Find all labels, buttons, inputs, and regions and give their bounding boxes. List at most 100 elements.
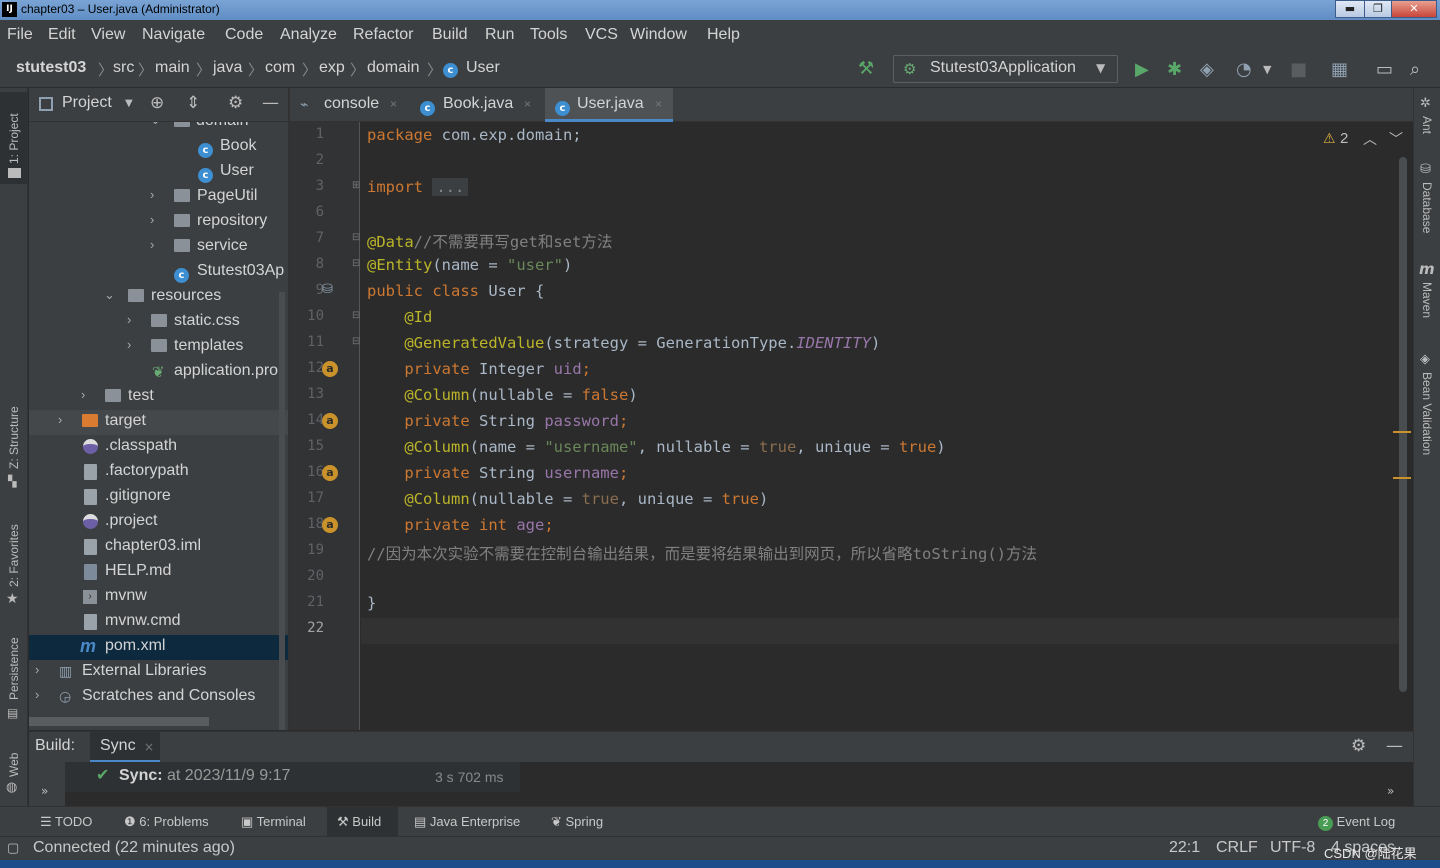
folded-imports[interactable]: ... [432, 178, 469, 196]
warning-icon[interactable]: ⚠ [1323, 130, 1336, 147]
tree-item-application-class[interactable]: c Stutest03Ap [29, 260, 288, 285]
next-highlight-icon[interactable]: ﹀ [1389, 129, 1403, 149]
window-layout-icon[interactable]: ▭ [1376, 59, 1393, 80]
close-tab-icon[interactable]: × [144, 740, 154, 754]
menu-view[interactable]: View [91, 26, 125, 44]
fold-icon[interactable]: ⊟ [352, 258, 360, 269]
project-view-selector[interactable]: Project [62, 94, 112, 112]
menu-edit[interactable]: Edit [48, 26, 76, 44]
tree-item-project[interactable]: .project [29, 510, 288, 535]
more-run-options-icon[interactable]: ▼ [1263, 63, 1271, 76]
minimize-button[interactable]: ▬ [1335, 0, 1365, 18]
breadcrumb-java[interactable]: java [213, 59, 242, 77]
tree-item-classpath[interactable]: .classpath [29, 435, 288, 460]
bean-validation-tool-button[interactable]: ◈ Bean Validation [1414, 350, 1440, 475]
close-tab-icon[interactable]: × [390, 97, 397, 111]
tree-item-domain[interactable]: ⌄ domain [29, 122, 288, 135]
locate-icon[interactable]: ⊕ [150, 93, 164, 113]
toggle-tool-windows-icon[interactable]: ▢ [7, 840, 19, 856]
breadcrumb-src[interactable]: src [113, 59, 134, 77]
terminal-tool-button[interactable]: ▣ Terminal [241, 814, 306, 830]
event-log-tool-button[interactable]: 2 Event Log [1318, 814, 1395, 831]
tree-item-mvnw-cmd[interactable]: mvnw.cmd [29, 610, 288, 635]
menu-run[interactable]: Run [485, 26, 514, 44]
hide-panel-icon[interactable]: — [1386, 736, 1403, 756]
project-structure-icon[interactable]: ▦ [1331, 59, 1348, 80]
profile-icon[interactable]: ◔ [1236, 59, 1252, 80]
tab-console[interactable]: ⌁ console × [290, 88, 405, 122]
fold-icon[interactable]: ⊟ [352, 310, 360, 321]
breadcrumb-project[interactable]: stutest03 [16, 59, 86, 77]
fold-icon[interactable]: ⊟ [352, 336, 360, 347]
maven-tool-button[interactable]: m Maven [1414, 260, 1440, 335]
tree-item-repository[interactable]: › repository [29, 210, 288, 235]
warning-stripe-marker[interactable] [1393, 477, 1411, 479]
tree-item-iml[interactable]: chapter03.iml [29, 535, 288, 560]
run-configuration-select[interactable]: ⚙ Stutest03Application ▼ [893, 55, 1118, 83]
tree-item-user[interactable]: c User [29, 160, 288, 185]
tree-item-book[interactable]: c Book [29, 135, 288, 160]
tree-item-service[interactable]: › service [29, 235, 288, 260]
tree-item-target[interactable]: › target [29, 410, 288, 435]
breadcrumb-main[interactable]: main [155, 59, 190, 77]
database-tool-button[interactable]: ⛁ Database [1414, 160, 1440, 245]
annotation-marker-icon[interactable]: a [322, 517, 338, 533]
gear-icon[interactable]: ⚙ [228, 93, 243, 113]
database-icon[interactable]: ⛁ [322, 282, 333, 297]
spring-tool-button[interactable]: ❦ Spring [551, 814, 603, 830]
caret-position[interactable]: 22:1 [1169, 839, 1200, 857]
tree-item-external-libraries[interactable]: › ▥ External Libraries [29, 660, 288, 685]
breadcrumb-com[interactable]: com [265, 59, 295, 77]
menu-window[interactable]: Window [630, 26, 687, 44]
build-hammer-icon[interactable]: ⚒ [858, 58, 874, 79]
tree-item-application-properties[interactable]: ❦ application.pro [29, 360, 288, 385]
tab-book-java[interactable]: c Book.java × [410, 88, 540, 122]
tree-vertical-scrollbar[interactable] [279, 292, 285, 730]
tab-sync[interactable]: Sync × [90, 732, 160, 763]
coverage-icon[interactable]: ◈ [1200, 59, 1214, 80]
stop-icon[interactable]: ■ [1290, 59, 1307, 80]
fold-icon[interactable]: ⊞ [352, 180, 360, 191]
menu-code[interactable]: Code [225, 26, 263, 44]
project-tool-button[interactable]: 1: Project [0, 92, 28, 184]
close-tab-icon[interactable]: × [524, 97, 531, 111]
favorites-tool-button[interactable]: 2: Favorites ★ [0, 513, 28, 608]
tree-item-pom-xml[interactable]: m pom.xml [29, 635, 288, 660]
annotation-marker-icon[interactable]: a [322, 413, 338, 429]
menu-tools[interactable]: Tools [530, 26, 567, 44]
menu-file[interactable]: File [7, 26, 33, 44]
breadcrumb-user[interactable]: User [466, 59, 500, 77]
build-tool-button[interactable]: ⚒ Build [327, 807, 398, 837]
file-encoding[interactable]: UTF-8 [1270, 839, 1315, 857]
expand-icon[interactable]: » [41, 784, 48, 798]
menu-help[interactable]: Help [707, 26, 740, 44]
tree-item-gitignore[interactable]: .gitignore [29, 485, 288, 510]
code-editor[interactable]: package com.exp.domain; import ... @Data… [361, 122, 1413, 730]
build-tree-row[interactable]: ✔ Sync: at 2023/11/9 9:17 3 s 702 ms [65, 762, 520, 792]
fold-icon[interactable]: ⊟ [352, 232, 360, 243]
hide-panel-icon[interactable]: — [262, 93, 279, 113]
tree-item-pageutil[interactable]: › PageUtil [29, 185, 288, 210]
web-tool-button[interactable]: Web ◍ [0, 743, 28, 798]
java-enterprise-tool-button[interactable]: ▤ Java Enterprise [414, 814, 520, 830]
menu-vcs[interactable]: VCS [585, 26, 618, 44]
warning-count[interactable]: 2 [1340, 130, 1348, 147]
menu-navigate[interactable]: Navigate [142, 26, 205, 44]
menu-build[interactable]: Build [432, 26, 468, 44]
ant-tool-button[interactable]: ✲ Ant [1414, 94, 1440, 149]
breadcrumb-exp[interactable]: exp [319, 59, 345, 77]
maximize-button[interactable]: ❐ [1364, 0, 1392, 18]
previous-highlight-icon[interactable]: ︿ [1363, 129, 1377, 149]
search-icon[interactable]: ⌕ [1410, 59, 1420, 80]
gear-icon[interactable]: ⚙ [1351, 736, 1366, 756]
tree-item-resources[interactable]: ⌄ resources [29, 285, 288, 310]
warning-stripe-marker[interactable] [1393, 431, 1411, 433]
tree-item-factorypath[interactable]: .factorypath [29, 460, 288, 485]
close-tab-icon[interactable]: × [655, 97, 662, 111]
run-icon[interactable]: ▶ [1135, 59, 1149, 80]
status-message[interactable]: Connected (22 minutes ago) [33, 839, 235, 857]
problems-tool-button[interactable]: ❶ 6: Problems [124, 814, 209, 830]
expand-icon[interactable]: » [1387, 784, 1394, 798]
persistence-tool-button[interactable]: Persistence ▤ [0, 628, 28, 723]
tree-item-scratches[interactable]: › ◶ Scratches and Consoles [29, 685, 288, 710]
